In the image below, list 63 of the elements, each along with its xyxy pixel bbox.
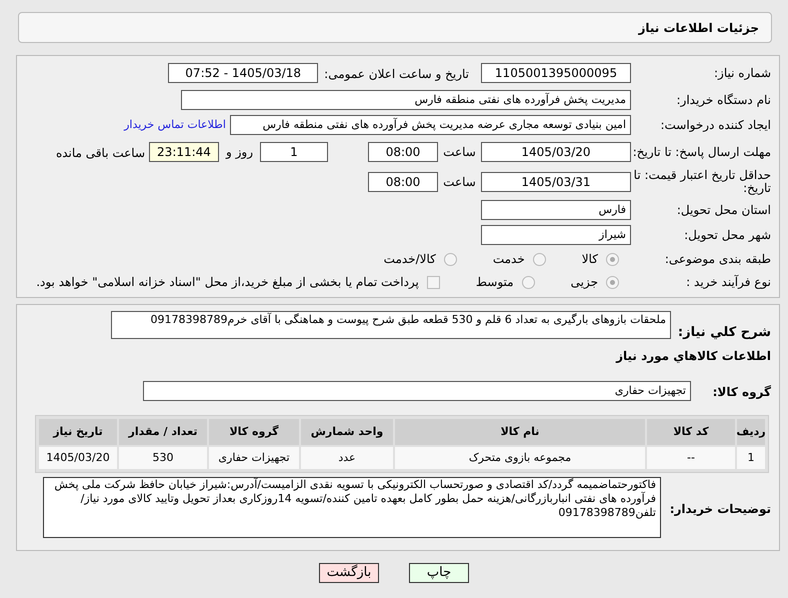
announce-date-field: 1405/03/18 - 07:52	[168, 63, 318, 83]
validity-time-field: 08:00	[368, 172, 438, 192]
column-header: تعداد / مقدار	[119, 419, 207, 445]
validity-date-field: 1405/03/31	[481, 172, 631, 192]
buyer-contact-link[interactable]: اطلاعات تماس خریدار	[124, 116, 226, 134]
remaining-time-field: 23:11:44	[149, 142, 219, 162]
field-label: مهلت ارسال پاسخ: تا تاریخ:	[632, 146, 771, 158]
field-label: نام دستگاه خریدار:	[676, 94, 771, 106]
buyer-notes-textarea[interactable]: فاکتورحتماضمیمه گردد/کد اقتصادی و صورتحساب الکترونیکی با تسویه نقدی الزامیست/آدرس:شیراز خیابان حافظ شرکت ملی پخش فرآورده های نفتی انباربازرگانی/هزینه حمل بطور کامل بعهده تامین کننده/تسویه 14روزکاری بعداز تحویل وتایید کالای مورد نیاز/تلفن09178398789	[43, 477, 661, 538]
need-number-field: 1105001395000095	[481, 63, 631, 83]
radio-button[interactable]	[522, 276, 535, 288]
column-header: واحد شمارش	[301, 419, 393, 445]
radio-label: جزیی	[570, 274, 598, 291]
radio-label: متوسط	[476, 274, 514, 291]
deadline-date-field: 1405/03/20	[481, 142, 631, 162]
table-cell: 1	[737, 447, 765, 469]
city-field: شیراز	[481, 225, 631, 245]
field-label: شهر محل تحویل:	[684, 228, 771, 242]
radio-button[interactable]	[444, 252, 457, 266]
column-header: ردیف	[737, 419, 765, 445]
goods-group-field: تجهیزات حفاری	[143, 381, 691, 401]
field-label: شرح کلي نياز:	[678, 325, 771, 340]
field-label: تاریخ و ساعت اعلان عمومی:	[324, 67, 469, 81]
radio-label: خدمت	[492, 251, 525, 268]
buyer-field: مدیریت پخش فرآورده های نفتی منطقه فارس	[181, 90, 631, 110]
field-label: ایجاد کننده درخواست:	[660, 118, 771, 132]
days-field: 1	[260, 142, 328, 162]
table-cell: 530	[119, 447, 207, 469]
requester-field: امین بنیادی توسعه مجاری عرضه مدیریت پخش فرآورده های نفتی منطقه فارس	[230, 115, 631, 135]
radio-button[interactable]	[606, 252, 619, 266]
radio-button[interactable]	[606, 276, 619, 288]
description-textarea[interactable]: ملحقات بازوهای بارگیری به تعداد 6 قلم و 530 قطعه طبق شرح پیوست و هماهنگی با آقای خرم09178398789	[111, 311, 671, 339]
field-label: طبقه بندی موضوعی:	[664, 252, 771, 266]
field-label: استان محل تحویل:	[676, 204, 771, 216]
table-cell: مجموعه بازوی متحرک	[395, 447, 645, 469]
field-label: نوع فرآیند خرید :	[686, 276, 771, 288]
radio-label: کالا/خدمت	[384, 251, 436, 268]
table-cell: 1405/03/20	[39, 447, 117, 469]
column-header: تاریخ نیاز	[39, 419, 117, 445]
field-label: ساعت	[443, 144, 476, 161]
checkbox[interactable]	[426, 276, 440, 288]
print-button[interactable]: چاپ	[409, 563, 469, 583]
field-label: ساعت باقی مانده	[56, 146, 145, 160]
column-header: گروه کالا	[209, 419, 299, 445]
field-label: روز و	[226, 144, 253, 161]
section-title: اطلاعات کالاهاي مورد نياز	[614, 348, 771, 365]
deadline-time-field: 08:00	[368, 142, 438, 162]
table-cell: تجهیزات حفاری	[209, 447, 299, 469]
radio-label: کالا	[582, 251, 598, 268]
field-label: حداقل تاریخ اعتبار قیمت: تا تاریخ:	[632, 169, 771, 195]
column-header: نام کالا	[395, 419, 645, 445]
province-field: فارس	[481, 200, 631, 220]
table-cell: عدد	[301, 447, 393, 469]
radio-button[interactable]	[532, 252, 546, 266]
column-header: کد کالا	[647, 419, 735, 445]
field-label: شماره نیاز:	[714, 66, 771, 80]
checkbox-label: پرداخت تمام یا بخشی از مبلغ خرید،از محل "اسناد خزانه اسلامی" خواهد بود.	[36, 274, 419, 291]
back-button[interactable]: بازگشت	[319, 563, 379, 583]
field-label: توضیحات خریدار:	[670, 502, 771, 516]
field-label: گروه کالا:	[712, 385, 771, 399]
table-cell: --	[647, 447, 735, 469]
page-title: جزئیات اطلاعات نیاز	[638, 20, 759, 36]
field-label: ساعت	[443, 174, 476, 191]
